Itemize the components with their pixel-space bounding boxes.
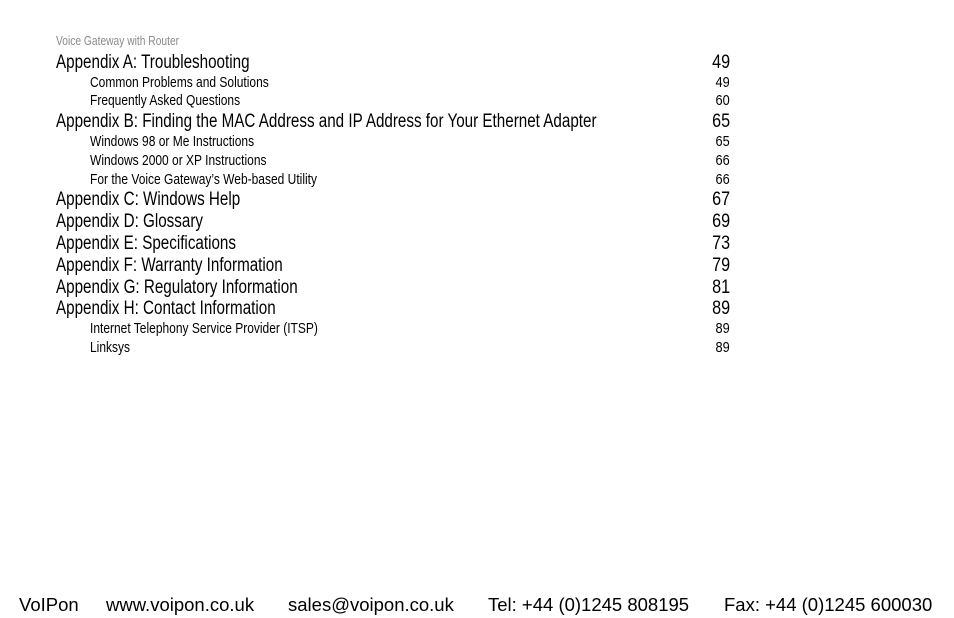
toc-entry-page: 89 <box>715 339 730 356</box>
toc-entry-page: 89 <box>712 298 730 319</box>
toc-entry[interactable]: Linksys 89 <box>0 339 954 359</box>
toc-entry[interactable]: Appendix E: Specifications 73 <box>0 233 954 255</box>
toc-entry-page: 66 <box>715 152 730 169</box>
toc-entry-page: 65 <box>715 133 730 150</box>
toc-entry-page: 79 <box>712 255 730 276</box>
toc-entry-title[interactable]: Common Problems and Solutions <box>90 74 269 91</box>
toc-entry[interactable]: Appendix D: Glossary 69 <box>0 211 954 233</box>
toc-entry-title[interactable]: Appendix F: Warranty Information <box>56 255 283 277</box>
toc-entry-title[interactable]: Internet Telephony Service Provider (ITS… <box>90 320 318 337</box>
toc-entry[interactable]: Internet Telephony Service Provider (ITS… <box>0 320 954 340</box>
toc-entry-title[interactable]: Linksys <box>90 339 130 356</box>
toc-entry-title[interactable]: Appendix H: Contact Information <box>56 298 276 320</box>
toc-entry-title[interactable]: Appendix E: Specifications <box>56 233 236 255</box>
toc-entry-title[interactable]: Windows 98 or Me Instructions <box>90 133 254 150</box>
toc-entry-page: 73 <box>712 233 730 254</box>
footer-tel: Tel: +44 (0)1245 808195 <box>488 594 690 615</box>
toc-entry[interactable]: Frequently Asked Questions 60 <box>0 92 954 112</box>
toc-entry[interactable]: Windows 2000 or XP Instructions 66 <box>0 152 954 172</box>
toc-entry[interactable]: Common Problems and Solutions 49 <box>0 74 954 94</box>
toc-entry-title[interactable]: Appendix B: Finding the MAC Address and … <box>56 111 597 133</box>
toc-entry-page: 49 <box>715 74 730 91</box>
toc-entry-page: 60 <box>715 92 730 109</box>
toc-entry[interactable]: Appendix G: Regulatory Information 81 <box>0 277 954 299</box>
toc-entry-title[interactable]: Windows 2000 or XP Instructions <box>90 152 267 169</box>
footer-fax: Fax: +44 (0)1245 600030 <box>724 594 933 615</box>
toc-entry-title[interactable]: Appendix D: Glossary <box>56 211 203 233</box>
toc-entry[interactable]: Appendix C: Windows Help 67 <box>0 189 954 211</box>
footer-website-link[interactable]: www.voipon.co.uk <box>106 594 254 616</box>
toc-entry-title[interactable]: Frequently Asked Questions <box>90 92 240 109</box>
toc-entry-title[interactable]: Appendix C: Windows Help <box>56 189 240 211</box>
toc-entry-title[interactable]: For the Voice Gateway’s Web-based Utilit… <box>90 171 317 188</box>
toc-entry-page: 49 <box>712 52 730 73</box>
toc-entry[interactable]: Appendix B: Finding the MAC Address and … <box>0 111 954 133</box>
toc-entry-page: 67 <box>712 189 730 210</box>
toc-entry-page: 66 <box>715 171 730 188</box>
toc-entry-title[interactable]: Appendix A: Troubleshooting <box>56 52 250 74</box>
running-header: Voice Gateway with Router <box>56 34 180 48</box>
toc-entry[interactable]: Appendix F: Warranty Information 79 <box>0 255 954 277</box>
footer-email-link[interactable]: sales@voipon.co.uk <box>288 594 454 616</box>
toc-entry-page: 89 <box>715 320 730 337</box>
toc-entry-page: 69 <box>712 211 730 232</box>
toc-entry-title[interactable]: Appendix G: Regulatory Information <box>56 277 298 299</box>
toc-entry-page: 81 <box>712 277 730 298</box>
toc-entry[interactable]: Appendix H: Contact Information 89 <box>0 298 954 320</box>
toc-entry[interactable]: For the Voice Gateway’s Web-based Utilit… <box>0 171 954 191</box>
toc-entry[interactable]: Appendix A: Troubleshooting 49 <box>0 52 954 74</box>
toc-entry-page: 65 <box>712 111 730 132</box>
footer-company: VoIPon <box>19 594 79 615</box>
toc-entry[interactable]: Windows 98 or Me Instructions 65 <box>0 133 954 153</box>
